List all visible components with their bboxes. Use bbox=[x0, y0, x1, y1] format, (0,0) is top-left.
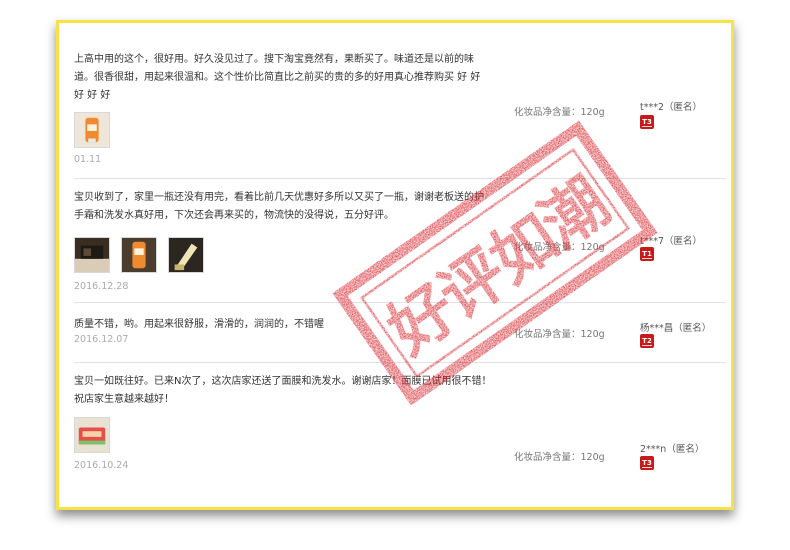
review-spec: 化妆品净含量：120g bbox=[514, 242, 605, 253]
review-image-thumb[interactable] bbox=[168, 237, 204, 273]
review-date: 2016.10.24 bbox=[74, 460, 129, 471]
reviewer-name: t***2（匿名） bbox=[640, 102, 703, 113]
review-image-thumb[interactable] bbox=[74, 417, 110, 453]
review-images bbox=[74, 112, 110, 148]
review-spec: 化妆品净含量：120g bbox=[514, 452, 605, 463]
review-text: 上高中用的这个，很好用。好久没见过了。搜下淘宝竟然有，果断买了。味道还是以前的味… bbox=[74, 54, 481, 101]
review-images bbox=[74, 237, 204, 273]
reviewer-level-badge: T2 bbox=[640, 334, 654, 348]
review-image-thumb[interactable] bbox=[74, 237, 110, 273]
review-item: 上高中用的这个，很好用。好久没见过了。搜下淘宝竟然有，果断买了。味道还是以前的味… bbox=[74, 51, 726, 171]
review-divider bbox=[74, 362, 726, 363]
review-item: 宝贝一如既往好。已来N次了，这次店家还送了面膜和洗发水。谢谢店家！面膜已试用很不… bbox=[74, 373, 726, 478]
review-image-thumb[interactable] bbox=[74, 112, 110, 148]
review-divider bbox=[74, 178, 726, 179]
reviewer-level-badge: T1 bbox=[640, 247, 654, 261]
review-text: 宝贝一如既往好。已来N次了，这次店家还送了面膜和洗发水。谢谢店家！面膜已试用很不… bbox=[74, 376, 492, 405]
reviewer-name: 杨***昌（匿名） bbox=[640, 323, 712, 334]
review-date: 2016.12.28 bbox=[74, 281, 129, 292]
review-divider bbox=[74, 302, 726, 303]
review-image-thumb[interactable] bbox=[121, 237, 157, 273]
reviewer-level-badge: T3 bbox=[640, 456, 654, 470]
review-spec: 化妆品净含量：120g bbox=[514, 329, 605, 340]
review-text: 质量不错，哟。用起来很舒服，滑滑的，润润的，不错喔 bbox=[74, 319, 324, 330]
review-spec: 化妆品净含量：120g bbox=[514, 107, 605, 118]
review-date: 01.11 bbox=[74, 154, 102, 165]
review-date: 2016.12.07 bbox=[74, 334, 129, 345]
review-item: 质量不错，哟。用起来很舒服，滑滑的，润润的，不错喔 2016.12.07 化妆品… bbox=[74, 316, 726, 352]
review-item: 宝贝收到了，家里一瓶还没有用完，看着比前几天优惠好多所以又买了一瓶，谢谢老板送的… bbox=[74, 189, 726, 297]
review-text: 宝贝收到了，家里一瓶还没有用完，看着比前几天优惠好多所以又买了一瓶，谢谢老板送的… bbox=[74, 192, 484, 221]
review-images bbox=[74, 417, 110, 453]
reviewer-level-badge: T3 bbox=[640, 115, 654, 129]
review-panel: 上高中用的这个，很好用。好久没见过了。搜下淘宝竟然有，果断买了。味道还是以前的味… bbox=[56, 20, 734, 510]
reviewer-name: 2***n（匿名） bbox=[640, 444, 705, 455]
reviewer-name: t***7（匿名） bbox=[640, 236, 703, 247]
